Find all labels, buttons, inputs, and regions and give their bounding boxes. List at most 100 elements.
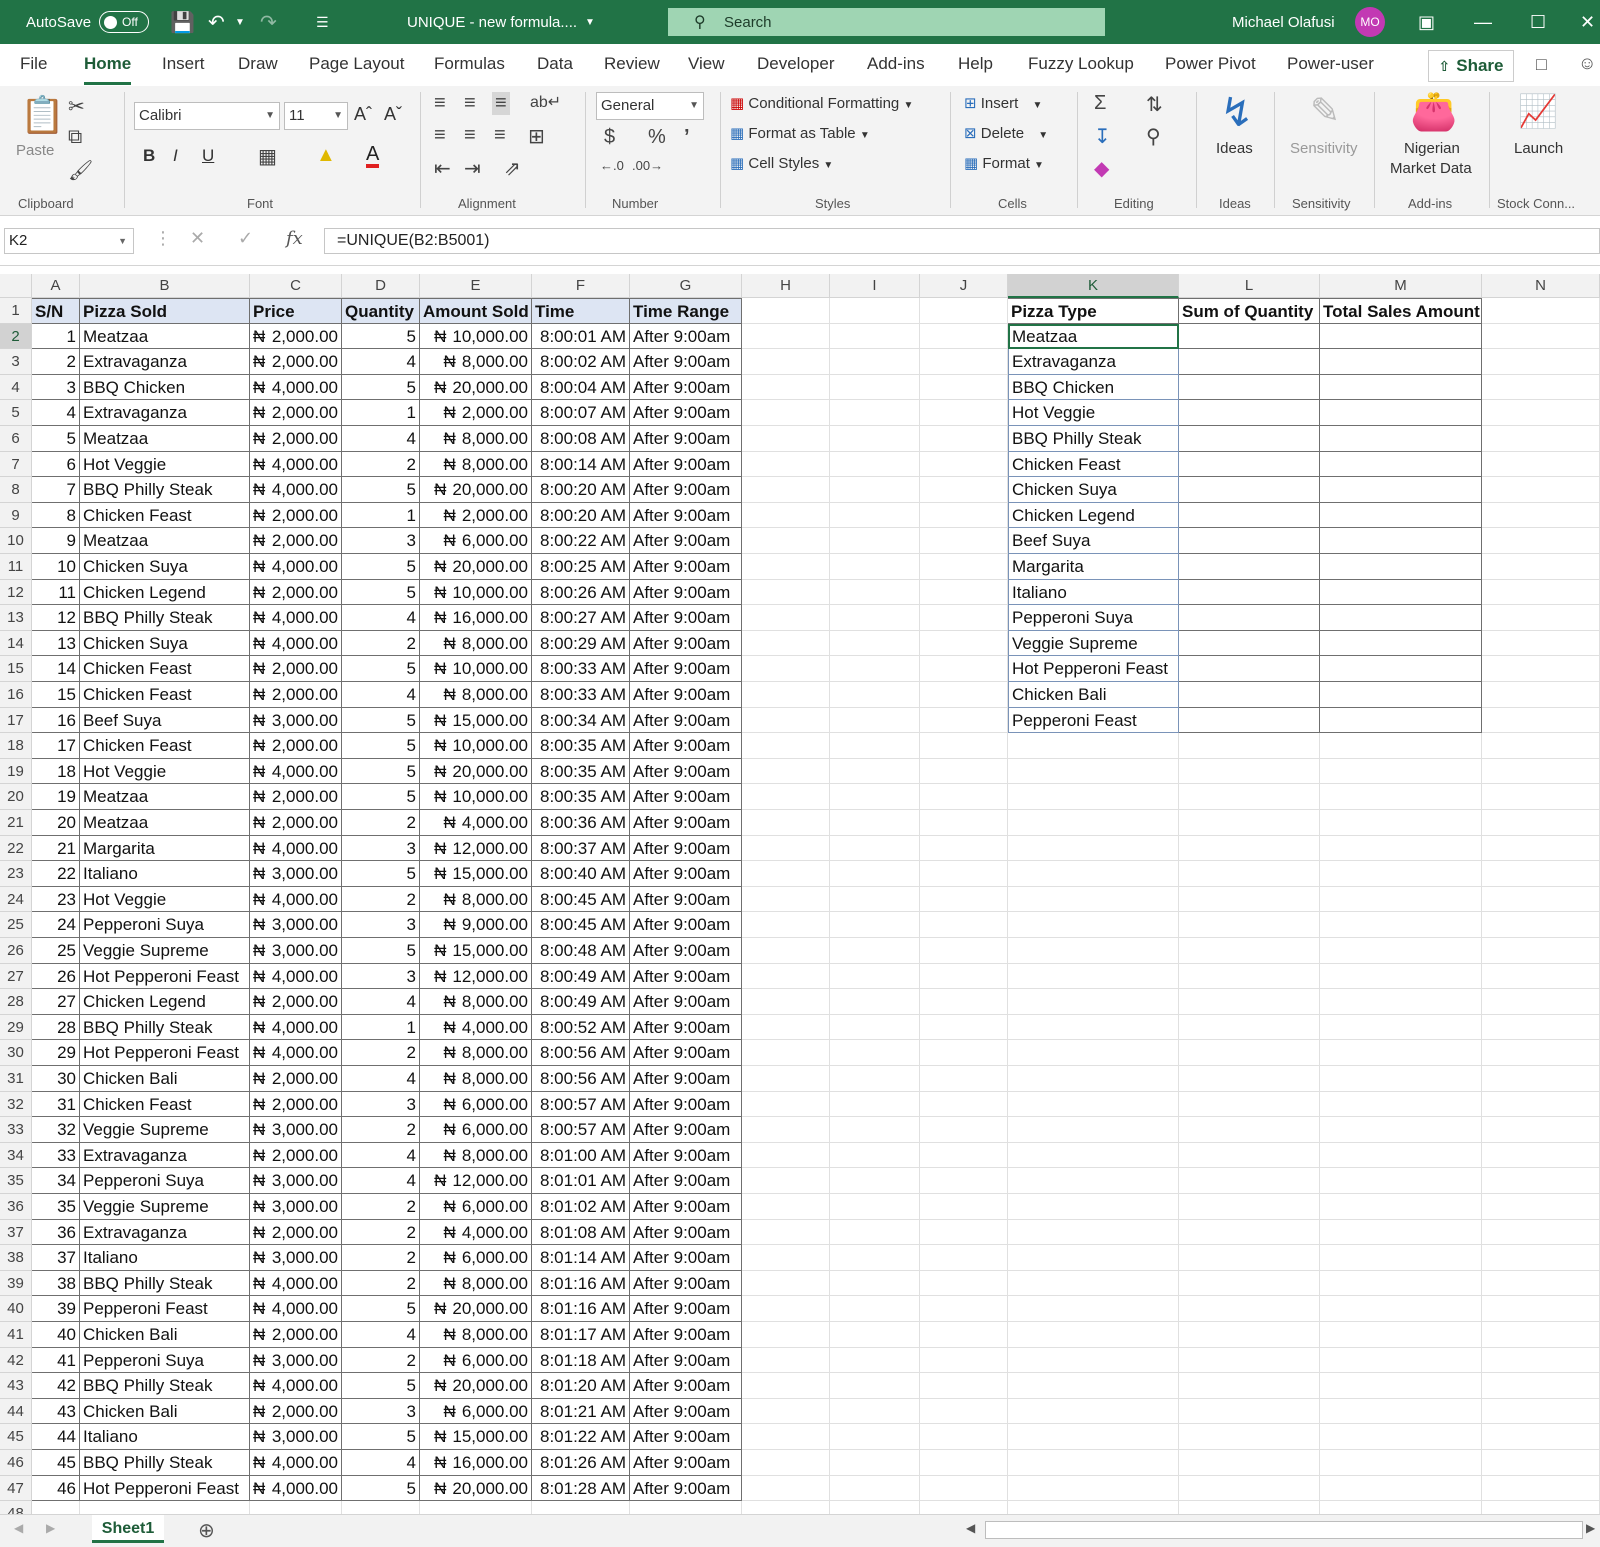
table-cell-currency[interactable]: ₦ 6,000.00 — [420, 1398, 532, 1425]
merge-center-icon[interactable]: ⊞ — [528, 124, 545, 149]
table-cell[interactable]: After 9:00am — [630, 1296, 742, 1322]
cell[interactable] — [920, 1322, 1008, 1348]
cell[interactable] — [1008, 784, 1179, 810]
cell[interactable] — [742, 963, 830, 990]
row-header[interactable]: 33 — [0, 1117, 32, 1143]
decrease-decimal-icon[interactable]: .00→ — [632, 158, 663, 173]
table-cell-currency[interactable]: ₦ 6,000.00 — [420, 1194, 532, 1220]
table-cell[interactable]: 2 — [342, 1347, 420, 1374]
undo-dropdown-icon[interactable]: ▼ — [235, 0, 245, 44]
cell[interactable] — [1320, 1066, 1482, 1092]
cell[interactable] — [920, 1373, 1008, 1399]
feedback-icon[interactable]: ☺ — [1578, 53, 1596, 74]
table-header-cell[interactable]: Pizza Sold — [80, 298, 250, 324]
cell[interactable] — [742, 1398, 830, 1425]
sensitivity-icon[interactable]: ✎ — [1310, 90, 1340, 132]
cell[interactable] — [1320, 1424, 1482, 1450]
table-cell[interactable]: 23 — [32, 886, 80, 913]
table-cell[interactable]: 32 — [32, 1117, 80, 1143]
minimize-icon[interactable]: — — [1474, 0, 1492, 44]
row-header[interactable]: 30 — [0, 1040, 32, 1066]
table-cell-currency[interactable]: ₦ 16,000.00 — [420, 1450, 532, 1476]
table-cell-currency[interactable]: ₦ 2,000.00 — [250, 784, 342, 810]
table-cell-currency[interactable]: ₦ 20,000.00 — [420, 374, 532, 401]
table-cell[interactable]: 19 — [32, 784, 80, 810]
cell[interactable] — [1179, 938, 1320, 964]
row-header[interactable]: 10 — [0, 528, 32, 554]
cell[interactable] — [742, 682, 830, 708]
table-cell-currency[interactable]: ₦ 6,000.00 — [420, 1117, 532, 1143]
column-header-c[interactable]: C — [250, 274, 342, 298]
sum-quantity-cell[interactable] — [1179, 477, 1320, 503]
table-cell[interactable]: Extravaganza — [80, 349, 250, 375]
cell[interactable] — [920, 1270, 1008, 1297]
table-cell-currency[interactable]: ₦ 8,000.00 — [420, 1040, 532, 1066]
total-sales-cell[interactable] — [1320, 528, 1482, 554]
table-cell-currency[interactable]: ₦ 6,000.00 — [420, 1091, 532, 1118]
add-sheet-icon[interactable]: ⊕ — [198, 1518, 215, 1543]
cell[interactable] — [1320, 733, 1482, 759]
table-cell-currency[interactable]: ₦ 3,000.00 — [250, 1245, 342, 1271]
cell[interactable] — [742, 1450, 830, 1476]
table-cell-currency[interactable]: ₦ 10,000.00 — [420, 656, 532, 682]
conditional-formatting-button[interactable]: ▦ Conditional Formatting ▼ — [730, 94, 913, 112]
cell[interactable] — [920, 963, 1008, 990]
table-cell[interactable]: After 9:00am — [630, 1270, 742, 1297]
row-header[interactable]: 26 — [0, 938, 32, 964]
cell[interactable] — [830, 1296, 920, 1322]
table-cell[interactable]: BBQ Philly Steak — [80, 1014, 250, 1041]
table-cell-currency[interactable]: ₦ 8,000.00 — [420, 426, 532, 452]
table-cell[interactable]: After 9:00am — [630, 1245, 742, 1271]
cell[interactable] — [742, 989, 830, 1015]
tab-power-pivot[interactable]: Power Pivot — [1165, 54, 1256, 74]
cell[interactable] — [830, 810, 920, 836]
table-cell-currency[interactable]: ₦ 2,000.00 — [250, 810, 342, 836]
table-cell-currency[interactable]: ₦ 20,000.00 — [420, 1475, 532, 1502]
row-header[interactable]: 45 — [0, 1424, 32, 1450]
table-cell[interactable]: 8:01:21 AM — [532, 1398, 630, 1425]
total-sales-cell[interactable] — [1320, 682, 1482, 708]
cell[interactable] — [1179, 1270, 1320, 1297]
cell[interactable] — [1008, 938, 1179, 964]
row-header[interactable]: 31 — [0, 1066, 32, 1092]
column-header-n[interactable]: N — [1482, 274, 1600, 298]
cell[interactable] — [1008, 810, 1179, 836]
table-cell[interactable]: 8:00:26 AM — [532, 579, 630, 606]
cell[interactable] — [1320, 1014, 1482, 1041]
cell[interactable] — [1320, 1142, 1482, 1169]
close-icon[interactable]: ✕ — [1580, 0, 1595, 44]
undo-icon[interactable]: ↶ — [208, 0, 225, 44]
cell[interactable] — [742, 1014, 830, 1041]
row-header[interactable]: 3 — [0, 349, 32, 375]
table-cell-currency[interactable]: ₦ 3,000.00 — [250, 938, 342, 964]
tab-fuzzy-lookup[interactable]: Fuzzy Lookup — [1028, 54, 1134, 74]
table-cell[interactable]: 8:01:20 AM — [532, 1373, 630, 1399]
font-size-select[interactable]: 11 ▼ — [284, 102, 348, 130]
table-header-cell[interactable]: Quantity — [342, 298, 420, 324]
cell[interactable] — [830, 1398, 920, 1425]
row-header[interactable]: 25 — [0, 912, 32, 938]
cell[interactable] — [1320, 1091, 1482, 1118]
sum-quantity-cell[interactable] — [1179, 502, 1320, 529]
align-left-icon[interactable]: ≡ — [434, 124, 446, 147]
cell[interactable] — [830, 374, 920, 401]
table-cell[interactable]: 40 — [32, 1322, 80, 1348]
total-sales-cell[interactable] — [1320, 656, 1482, 682]
cell[interactable] — [1320, 1194, 1482, 1220]
format-painter-icon[interactable]: 🖌 — [68, 158, 93, 183]
table-cell-currency[interactable]: ₦ 3,000.00 — [250, 912, 342, 938]
cell[interactable] — [742, 1475, 830, 1502]
cell[interactable] — [1179, 1219, 1320, 1246]
pizza-type-cell[interactable]: Italiano — [1008, 579, 1179, 606]
cell[interactable] — [1482, 963, 1600, 990]
cell[interactable] — [920, 1040, 1008, 1066]
cell[interactable] — [1008, 963, 1179, 990]
cell[interactable] — [1320, 1347, 1482, 1374]
cell[interactable] — [830, 1219, 920, 1246]
cell[interactable] — [742, 554, 830, 580]
increase-decimal-icon[interactable]: ←.0 — [600, 158, 624, 173]
cell[interactable] — [830, 1475, 920, 1502]
formula-input[interactable]: =UNIQUE(B2:B5001) — [324, 228, 1600, 254]
table-cell-currency[interactable]: ₦ 8,000.00 — [420, 1322, 532, 1348]
cell[interactable] — [1179, 1501, 1320, 1514]
